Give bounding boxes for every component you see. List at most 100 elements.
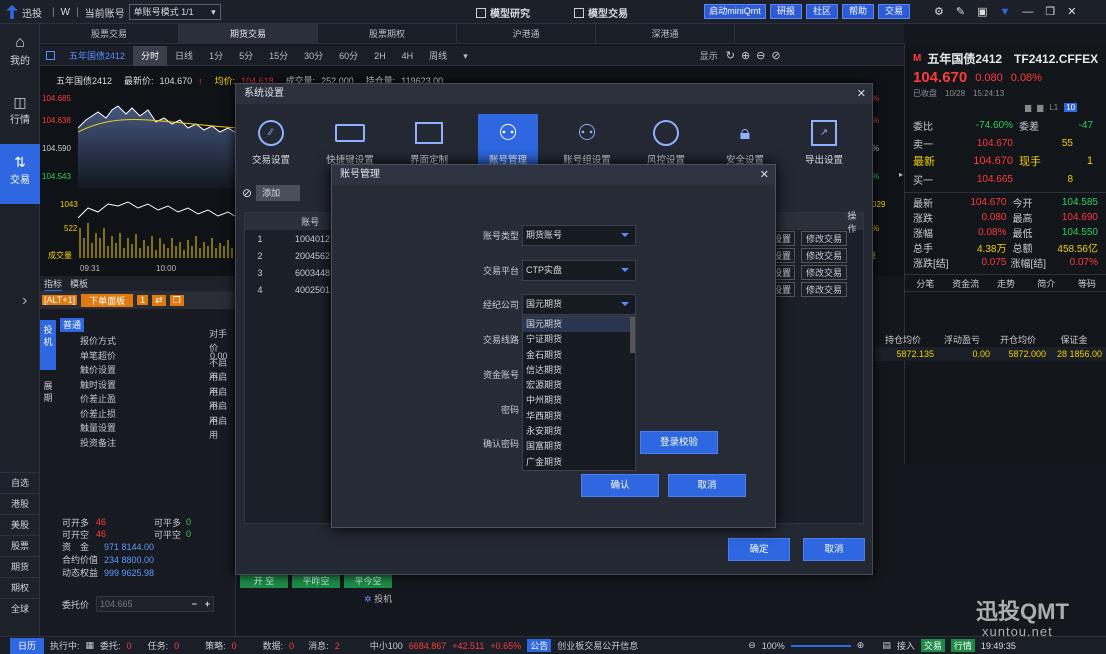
- account-mode-select[interactable]: 单账号模式 1/1 ▾: [128, 4, 221, 20]
- cat-export-settings[interactable]: ↗ 导出设置: [794, 114, 854, 174]
- login-verify-button[interactable]: 登录校验: [640, 431, 718, 454]
- period-more-icon[interactable]: ▾: [455, 46, 476, 66]
- broker-option[interactable]: 宁证期货: [523, 332, 635, 347]
- close-yesterday-short-button[interactable]: 平昨空: [292, 574, 340, 588]
- period-tab-6[interactable]: 60分: [331, 46, 366, 66]
- speculate-link[interactable]: ✲ 投机: [364, 592, 392, 605]
- broker-option[interactable]: 国富期货: [523, 439, 635, 454]
- broker-option[interactable]: 宏源期货: [523, 378, 635, 393]
- collapse-right-icon[interactable]: ▸: [899, 170, 903, 179]
- model-research-tab[interactable]: 模型研究: [490, 5, 530, 20]
- shirt-icon[interactable]: ▼: [1000, 6, 1011, 18]
- display-menu[interactable]: 显示: [692, 46, 726, 66]
- nav-us[interactable]: 美股: [0, 514, 40, 535]
- account-ok-button[interactable]: 确认: [581, 474, 659, 497]
- period-tab-2[interactable]: 1分: [201, 46, 231, 66]
- swap-icon[interactable]: ⇄: [152, 294, 166, 306]
- setting-6-value[interactable]: 不启用: [209, 414, 236, 443]
- panel-number[interactable]: 1: [137, 295, 149, 305]
- order-price-input[interactable]: 104.665 − +: [96, 596, 214, 612]
- nav-market[interactable]: ◫ 行情: [0, 84, 40, 144]
- zoom-slider[interactable]: [790, 644, 851, 647]
- minimize-icon[interactable]: —: [1022, 6, 1033, 18]
- tab-stock-trade[interactable]: 股票交易: [40, 23, 179, 44]
- nav-global[interactable]: 全球: [0, 598, 40, 619]
- period-tab-8[interactable]: 4H: [394, 46, 422, 66]
- nav-stock[interactable]: 股票: [0, 535, 40, 556]
- settings-cancel-button[interactable]: 取消: [803, 538, 865, 561]
- market-status-button[interactable]: 行情: [950, 639, 975, 652]
- research-button[interactable]: 研报: [770, 4, 802, 19]
- broker-select[interactable]: 国元期货: [522, 294, 636, 315]
- minus-icon[interactable]: −: [192, 597, 197, 611]
- nav-futures[interactable]: 期货: [0, 556, 40, 577]
- index-name[interactable]: 中小100: [370, 639, 403, 652]
- community-button[interactable]: 社区: [806, 4, 838, 19]
- period-tab-5[interactable]: 30分: [296, 46, 331, 66]
- tab-stock-options[interactable]: 股票期权: [318, 23, 457, 44]
- window-icon[interactable]: ▣: [977, 5, 987, 18]
- nav-trade[interactable]: ⇅ 交易: [0, 144, 40, 204]
- tab-sh-hk[interactable]: 沪港通: [457, 23, 596, 44]
- indicator-tab[interactable]: 指标: [44, 277, 63, 291]
- nav-watchlist[interactable]: 自选: [0, 472, 40, 493]
- settings-ok-button[interactable]: 确定: [728, 538, 790, 561]
- nav-hk[interactable]: 港股: [0, 493, 40, 514]
- symbol-tab[interactable]: 五年国债2412: [61, 46, 133, 66]
- qtab-other[interactable]: 等码: [1067, 277, 1106, 290]
- start-miniqmt-button[interactable]: 启动miniQmt: [704, 4, 766, 19]
- broker-option[interactable]: 国元期货: [523, 317, 635, 333]
- template-tab[interactable]: 模板: [70, 277, 88, 290]
- close-icon[interactable]: ✕: [857, 87, 866, 100]
- expand-arrow-icon[interactable]: ›: [22, 292, 27, 310]
- broker-option[interactable]: 中州期货: [523, 393, 635, 408]
- plus-icon[interactable]: +: [205, 597, 210, 611]
- period-tab-4[interactable]: 15分: [261, 46, 296, 66]
- qtab-fundflow[interactable]: 资金流: [945, 277, 985, 290]
- close-icon[interactable]: ✕: [1067, 5, 1076, 18]
- period-tab-3[interactable]: 5分: [231, 46, 261, 66]
- period-tab-0[interactable]: 分时: [133, 45, 168, 66]
- broker-option[interactable]: 信达期货: [523, 363, 635, 378]
- add-account-button[interactable]: 添加: [256, 185, 301, 201]
- platform-select[interactable]: CTP实盘: [522, 260, 636, 281]
- period-tab-9[interactable]: 周线: [421, 46, 455, 66]
- broker-option[interactable]: 华西期货: [523, 409, 635, 424]
- order-panel-title[interactable]: 下单面板: [81, 293, 134, 307]
- table-row[interactable]: 5872.135 0.00 5872.000 28 1856.00: [872, 347, 1106, 361]
- model-trade-tab[interactable]: 模型交易: [588, 5, 628, 20]
- account-cancel-button[interactable]: 取消: [668, 474, 746, 497]
- broker-option[interactable]: 金石期货: [523, 348, 635, 363]
- row-modify-button[interactable]: 修改交易: [801, 282, 848, 297]
- close-icon[interactable]: ✕: [760, 168, 769, 181]
- row-modify-button[interactable]: 修改交易: [801, 248, 848, 263]
- nav-home[interactable]: ⌂ 我的: [0, 24, 40, 84]
- qtab-profile[interactable]: 简介: [1026, 277, 1066, 290]
- float-icon[interactable]: ❐: [169, 294, 184, 306]
- dropdown-scrollbar[interactable]: [630, 317, 635, 353]
- qtab-ticks[interactable]: 分笔: [905, 277, 945, 290]
- help-button[interactable]: 帮助: [842, 4, 874, 19]
- cat-trade-settings[interactable]: ⁄⁄ 交易设置: [241, 114, 301, 174]
- disable-icon[interactable]: ⊘: [242, 186, 252, 200]
- nav-options[interactable]: 期权: [0, 577, 40, 598]
- broker-option[interactable]: 永安期货: [523, 424, 635, 439]
- table-icon[interactable]: ▦: [86, 640, 95, 651]
- zoom-icon[interactable]: ⊖: [748, 640, 756, 651]
- chart-tools-icon[interactable]: ↻⊕⊖⊘: [726, 49, 787, 62]
- restore-icon[interactable]: ❐: [1045, 5, 1055, 18]
- trade-status-button[interactable]: 交易: [920, 639, 945, 652]
- zoom-in-icon[interactable]: ⊕: [857, 640, 865, 651]
- trade-button[interactable]: 交易: [878, 4, 910, 19]
- side-tab-rollover[interactable]: 展期: [40, 376, 56, 416]
- period-tab-7[interactable]: 2H: [366, 46, 394, 66]
- account-type-select[interactable]: 期货账号: [522, 225, 636, 246]
- qtab-trend[interactable]: 走势: [986, 277, 1026, 290]
- calendar-button[interactable]: 日历: [10, 637, 45, 654]
- period-tab-1[interactable]: 日线: [167, 46, 201, 66]
- close-today-short-button[interactable]: 平今空: [344, 574, 392, 588]
- broker-option[interactable]: 广金期货: [523, 455, 635, 470]
- order-type-select[interactable]: 普通: [60, 318, 84, 332]
- edit-icon[interactable]: ✎: [956, 5, 965, 18]
- tab-sz-hk[interactable]: 深港通: [596, 23, 735, 44]
